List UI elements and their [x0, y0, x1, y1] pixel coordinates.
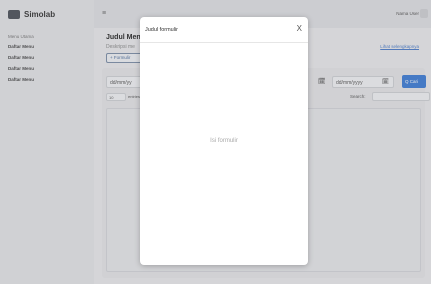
modal-body-text: Isi formulir	[210, 138, 238, 144]
form-modal: Judul formulir X Isi formulir	[140, 17, 308, 265]
modal-header: Judul formulir X	[140, 17, 308, 43]
modal-title: Judul formulir	[145, 27, 179, 33]
close-icon[interactable]: X	[297, 24, 302, 33]
